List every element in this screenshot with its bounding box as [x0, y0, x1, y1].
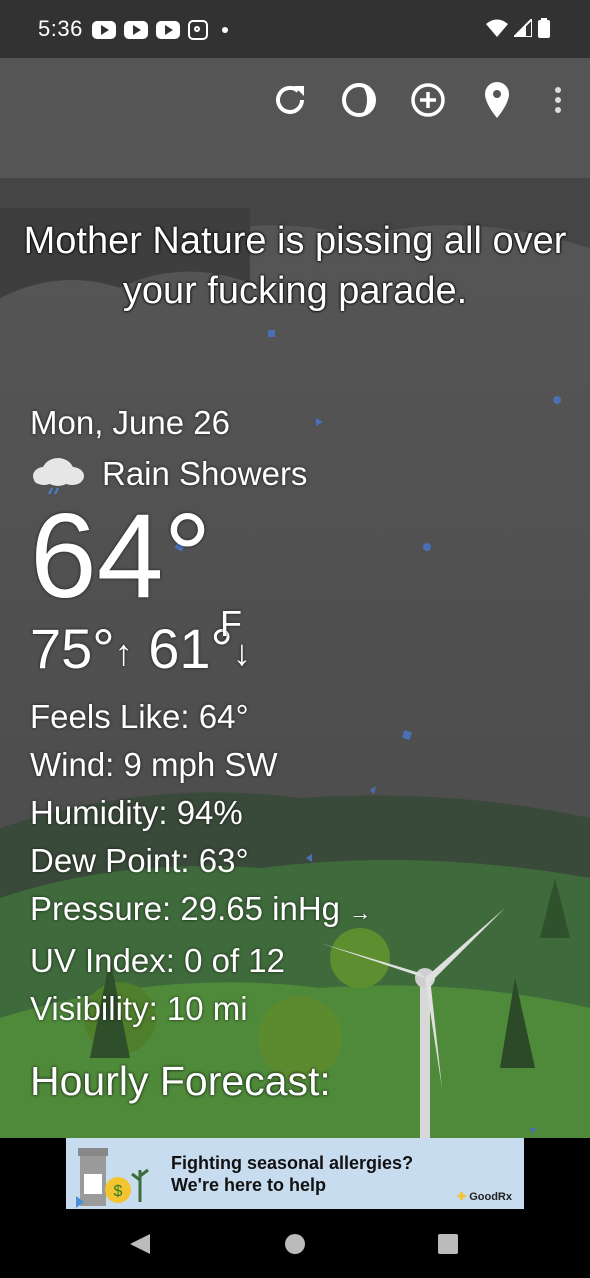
signal-icon [514, 19, 532, 37]
add-location-icon [411, 83, 445, 117]
more-vert-icon [555, 87, 561, 113]
recents-icon[interactable] [436, 1232, 460, 1256]
toolbar [0, 78, 590, 122]
home-icon[interactable] [283, 1232, 307, 1256]
wind: Wind: 9 mph SW [30, 746, 278, 783]
plus-icon: ✚ [456, 1191, 467, 1203]
pressure-trend-icon: → [349, 900, 372, 925]
svg-text:$: $ [114, 1183, 123, 1200]
youtube-icon [156, 21, 180, 39]
temperature-unit: F [220, 603, 242, 644]
ad-line-1: Fighting seasonal allergies? [171, 1153, 414, 1173]
add-location-button[interactable] [406, 78, 450, 122]
high-low: 75°↑ 61°↓ [30, 616, 371, 681]
visibility: Visibility: 10 mi [30, 990, 248, 1027]
pressure-row: Pressure: 29.65 inHg → [30, 885, 371, 937]
ad-brand-name: GoodRx [469, 1191, 512, 1203]
weather-scene: Mother Nature is pissing all over your f… [0, 58, 590, 1138]
theme-button[interactable] [337, 78, 381, 122]
ad-banner[interactable]: $ Fighting seasonal allergies? We're her… [66, 1138, 524, 1209]
navigation-bar [0, 1210, 590, 1278]
temperature-value: 64° [30, 489, 212, 623]
weather-slogan: Mother Nature is pissing all over your f… [23, 220, 567, 312]
wifi-icon [486, 19, 508, 37]
hourly-forecast-heading: Hourly Forecast: [30, 1058, 331, 1104]
ad-pill-bottle-icon: $ [76, 1148, 149, 1208]
humidity: Humidity: 94% [30, 794, 243, 831]
theme-icon [342, 83, 376, 117]
refresh-button[interactable] [268, 78, 312, 122]
status-time: 5:36 [38, 16, 83, 41]
arrow-up-icon: ↑ [114, 632, 133, 674]
current-weather: Mon, June 26 Rain Showers 64° F 75°↑ 61°… [30, 404, 371, 1033]
feels-like: Feels Like: 64° [30, 698, 249, 735]
notification-icons [92, 20, 228, 40]
location-pin-icon [485, 82, 509, 118]
weather-details: Feels Like: 64° Wind: 9 mph SW Humidity:… [30, 693, 371, 1033]
battery-icon [538, 18, 550, 38]
current-temperature: 64° F [30, 496, 371, 644]
more-options-button[interactable] [536, 78, 580, 122]
status-bar: 5:36 [0, 0, 590, 58]
dew-point: Dew Point: 63° [30, 842, 249, 879]
uv-index: UV Index: 0 of 12 [30, 942, 285, 979]
ad-brand: ✚ GoodRx [457, 1190, 512, 1203]
system-icons [486, 18, 550, 38]
high-temperature: 75° [30, 617, 115, 680]
date: Mon, June 26 [30, 404, 230, 441]
pressure: Pressure: 29.65 inHg [30, 890, 341, 927]
ad-text: Fighting seasonal allergies? We're here … [171, 1152, 413, 1196]
back-icon[interactable] [128, 1232, 152, 1256]
instagram-icon [188, 20, 208, 40]
youtube-icon [92, 21, 116, 39]
refresh-icon [276, 85, 304, 114]
location-button[interactable] [475, 78, 519, 122]
condition-text: Rain Showers [102, 455, 308, 492]
dot-icon [222, 27, 228, 33]
youtube-icon [124, 21, 148, 39]
ad-line-2: We're here to help [171, 1175, 326, 1195]
